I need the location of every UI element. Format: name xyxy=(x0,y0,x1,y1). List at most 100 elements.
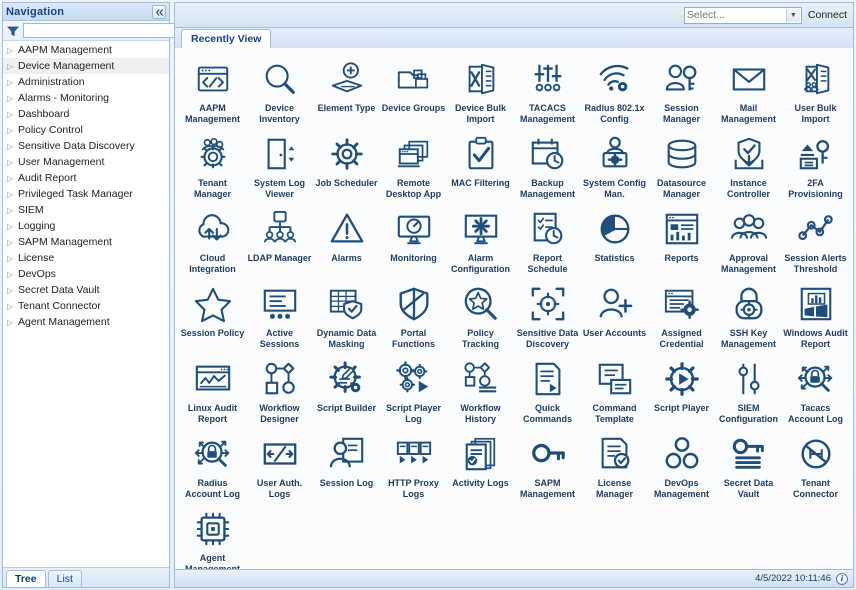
tile-session-log[interactable]: Session Log xyxy=(313,429,380,504)
tile-label: System Log Viewer xyxy=(253,178,305,199)
tile-dynamic-data-masking[interactable]: Dynamic Data Masking xyxy=(313,279,380,354)
tile-mail-management[interactable]: Mail Management xyxy=(715,54,782,129)
tile-policy-tracking[interactable]: Policy Tracking xyxy=(447,279,514,354)
tile-session-policy[interactable]: Session Policy xyxy=(179,279,246,354)
lock-magnifier-icon xyxy=(797,360,835,398)
tile-radius-account-log[interactable]: Radius Account Log xyxy=(179,429,246,504)
tile-assigned-credential[interactable]: Assigned Credential xyxy=(648,279,715,354)
tile-session-manager[interactable]: Session Manager xyxy=(648,54,715,129)
tile-session-alerts-threshold[interactable]: Session Alerts Threshold xyxy=(782,204,849,279)
monitor-gauge-icon xyxy=(395,210,433,248)
search-input[interactable] xyxy=(23,23,184,38)
sidebar-item-policy-control[interactable]: ▷ Policy Control xyxy=(3,122,169,138)
tile-windows-audit-report[interactable]: Windows Audit Report xyxy=(782,279,849,354)
chevron-down-icon[interactable]: ▼ xyxy=(785,8,800,22)
tile-script-player-log[interactable]: Script Player Log xyxy=(380,354,447,429)
tile-label: Activity Logs xyxy=(452,478,509,488)
sidebar-tab-tree[interactable]: Tree xyxy=(6,570,46,587)
tile-mac-filtering[interactable]: MAC Filtering xyxy=(447,129,514,204)
tile-command-template[interactable]: Command Template xyxy=(581,354,648,429)
tile-device-groups[interactable]: Device Groups xyxy=(380,54,447,129)
tile-quick-commands[interactable]: Quick Commands xyxy=(514,354,581,429)
tile-workflow-history[interactable]: Workflow History xyxy=(447,354,514,429)
tile-script-player[interactable]: Script Player xyxy=(648,354,715,429)
tab-recently-view[interactable]: Recently View xyxy=(181,29,272,48)
tile-2fa-provisioning[interactable]: 2FA Provisioning xyxy=(782,129,849,204)
sidebar-item-privileged-task-manager[interactable]: ▷ Privileged Task Manager xyxy=(3,186,169,202)
tile-approval-management[interactable]: Approval Management xyxy=(715,204,782,279)
sidebar-item-devops[interactable]: ▷ DevOps xyxy=(3,266,169,282)
sidebar-item-secret-data-vault[interactable]: ▷ Secret Data Vault xyxy=(3,282,169,298)
tile-tacacs-management[interactable]: TACACS Management xyxy=(514,54,581,129)
info-icon[interactable]: i xyxy=(836,572,848,585)
tile-devops-management[interactable]: DevOps Management xyxy=(648,429,715,504)
sidebar-item-tenant-connector[interactable]: ▷ Tenant Connector xyxy=(3,298,169,314)
tile-script-builder[interactable]: Script Builder xyxy=(313,354,380,429)
tile-statistics[interactable]: Statistics xyxy=(581,204,648,279)
tile-monitoring[interactable]: Monitoring xyxy=(380,204,447,279)
tile-user-auth-logs[interactable]: User Auth. Logs xyxy=(246,429,313,504)
tile-reports[interactable]: Reports xyxy=(648,204,715,279)
tile-http-proxy-logs[interactable]: HTTP Proxy Logs xyxy=(380,429,447,504)
tile-instance-controller[interactable]: Instance Controller xyxy=(715,129,782,204)
tile-tenant-manager[interactable]: Tenant Manager xyxy=(179,129,246,204)
tile-siem-configuration[interactable]: SIEM Configuration xyxy=(715,354,782,429)
tile-user-accounts[interactable]: User Accounts xyxy=(581,279,648,354)
connection-select[interactable]: Select... ▼ xyxy=(683,6,802,24)
tile-ssh-key-management[interactable]: SSH Key Management xyxy=(715,279,782,354)
tile-sensitive-data-discovery[interactable]: Sensitive Data Discovery xyxy=(514,279,581,354)
tile-portal-functions[interactable]: Portal Functions xyxy=(380,279,447,354)
sidebar-tab-list[interactable]: List xyxy=(47,570,82,587)
workflow-history-icon xyxy=(462,360,500,398)
tile-radius-802-1x-config[interactable]: Radius 802.1x Config xyxy=(581,54,648,129)
sidebar-item-agent-management[interactable]: ▷ Agent Management xyxy=(3,314,169,330)
sidebar-item-sensitive-data-discovery[interactable]: ▷ Sensitive Data Discovery xyxy=(3,138,169,154)
lock-target-icon xyxy=(730,285,768,323)
tile-ldap-manager[interactable]: LDAP Manager xyxy=(246,204,313,279)
sidebar-item-logging[interactable]: ▷ Logging xyxy=(3,218,169,234)
tile-backup-management[interactable]: Backup Management xyxy=(514,129,581,204)
tile-system-log-viewer[interactable]: System Log Viewer xyxy=(246,129,313,204)
tile-job-scheduler[interactable]: Job Scheduler xyxy=(313,129,380,204)
sidebar-item-label: Privileged Task Manager xyxy=(18,188,133,200)
tile-secret-data-vault[interactable]: Secret Data Vault xyxy=(715,429,782,504)
tile-tacacs-account-log[interactable]: Tacacs Account Log xyxy=(782,354,849,429)
tile-user-bulk-import[interactable]: User Bulk Import xyxy=(782,54,849,129)
reports-icon xyxy=(663,210,701,248)
tile-tenant-connector[interactable]: Tenant Connector xyxy=(782,429,849,504)
tile-sapm-management[interactable]: SAPM Management xyxy=(514,429,581,504)
tile-linux-audit-report[interactable]: Linux Audit Report xyxy=(179,354,246,429)
tile-device-bulk-import[interactable]: Device Bulk Import xyxy=(447,54,514,129)
tile-workflow-designer[interactable]: Workflow Designer xyxy=(246,354,313,429)
tile-alarms[interactable]: Alarms xyxy=(313,204,380,279)
sidebar-item-user-management[interactable]: ▷ User Management xyxy=(3,154,169,170)
tile-license-manager[interactable]: License Manager xyxy=(581,429,648,504)
sidebar-item-audit-report[interactable]: ▷ Audit Report xyxy=(3,170,169,186)
tile-label: Tacacs Account Log xyxy=(788,403,843,424)
sidebar-item-sapm-management[interactable]: ▷ SAPM Management xyxy=(3,234,169,250)
tile-alarm-configuration[interactable]: Alarm Configuration xyxy=(447,204,514,279)
sidebar-item-alarms-monitoring[interactable]: ▷ Alarms - Monitoring xyxy=(3,90,169,106)
sidebar-item-dashboard[interactable]: ▷ Dashboard xyxy=(3,106,169,122)
tile-agent-management[interactable]: Agent Management xyxy=(179,504,246,579)
tile-remote-desktop-app[interactable]: Remote Desktop App xyxy=(380,129,447,204)
tile-cloud-integration[interactable]: Cloud Integration xyxy=(179,204,246,279)
tile-datasource-manager[interactable]: Datasource Manager xyxy=(648,129,715,204)
tile-label: Monitoring xyxy=(390,253,437,263)
tile-element-type[interactable]: Element Type xyxy=(313,54,380,129)
tile-active-sessions[interactable]: Active Sessions xyxy=(246,279,313,354)
tile-label: Session Manager xyxy=(662,103,700,124)
sidebar-item-siem[interactable]: ▷ SIEM xyxy=(3,202,169,218)
tile-aapm-management[interactable]: AAPM Management xyxy=(179,54,246,129)
tile-device-inventory[interactable]: Device Inventory xyxy=(246,54,313,129)
connect-button[interactable]: Connect xyxy=(808,9,847,21)
tile-activity-logs[interactable]: Activity Logs xyxy=(447,429,514,504)
tile-system-config-man[interactable]: System Config Man. xyxy=(581,129,648,204)
tile-report-schedule[interactable]: Report Schedule xyxy=(514,204,581,279)
chevron-right-icon: ▷ xyxy=(7,141,14,151)
sidebar-item-license[interactable]: ▷ License xyxy=(3,250,169,266)
chevron-double-left-icon[interactable] xyxy=(152,5,166,19)
sidebar-item-administration[interactable]: ▷ Administration xyxy=(3,74,169,90)
sidebar-item-device-management[interactable]: ▷ Device Management xyxy=(3,58,169,74)
sidebar-item-aapm-management[interactable]: ▷ AAPM Management xyxy=(3,42,169,58)
